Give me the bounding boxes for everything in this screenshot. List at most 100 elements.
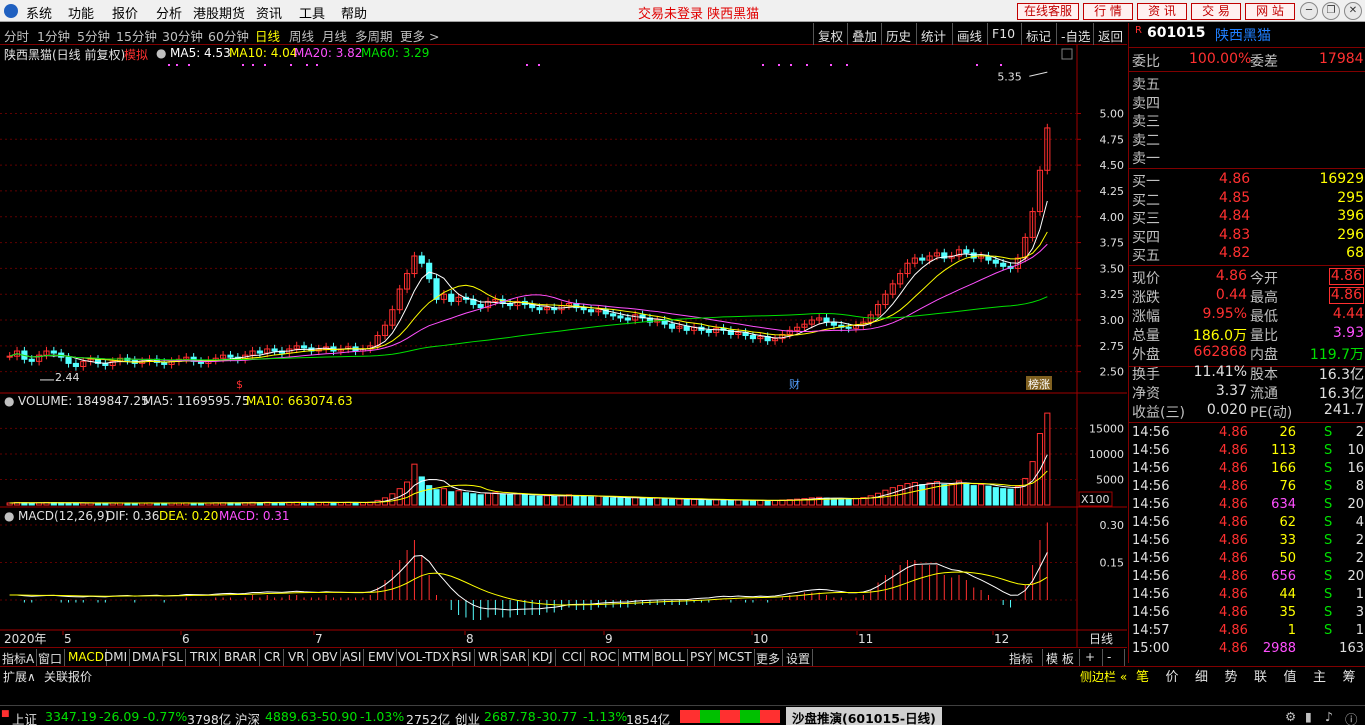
mark-button[interactable]: 标记	[1021, 23, 1055, 45]
back-button[interactable]: 返回	[1093, 23, 1127, 45]
settings-icon[interactable]: ⚙	[1285, 709, 1296, 724]
candle	[300, 345, 308, 349]
sandbox-tab[interactable]: 沙盘推演(601015-日线)	[786, 707, 942, 725]
menu-hk-futures[interactable]: 港股期货	[193, 3, 245, 22]
indicator-tab-3[interactable]: DMI	[102, 649, 131, 666]
indicator-tab-24[interactable]: 更多	[754, 649, 784, 666]
indicator-tab-17[interactable]: KDJ	[530, 649, 556, 666]
website-button[interactable]: 网 站	[1245, 3, 1295, 20]
period-tab-30min[interactable]: 30分钟	[162, 26, 203, 45]
indicator-tab-1[interactable]: 窗口	[36, 649, 66, 666]
indicator-tab-15[interactable]: WR	[476, 649, 502, 666]
chevron-down-icon[interactable]: ●	[156, 46, 166, 60]
indicator-tab-5[interactable]: FSL	[160, 649, 186, 666]
buy-level-1[interactable]: 买一 4.86 16929	[1129, 171, 1365, 190]
menu-analysis[interactable]: 分析	[156, 3, 182, 22]
indicator-tab-18[interactable]: CCI	[560, 649, 586, 666]
menu-help[interactable]: 帮助	[341, 3, 367, 22]
indicator-tab-14[interactable]: RSI	[450, 649, 475, 666]
macd-toggle-icon[interactable]: ●	[4, 509, 14, 523]
buy-level-4[interactable]: 买四 4.83 296	[1129, 227, 1365, 246]
indicator-tab-10[interactable]: OBV	[310, 649, 341, 666]
history-button[interactable]: 历史	[881, 23, 915, 45]
trade-button[interactable]: 交 易	[1191, 3, 1241, 20]
draw-line-button[interactable]: 画线	[952, 23, 986, 45]
menu-system[interactable]: 系统	[26, 3, 52, 22]
indicator-tab-4[interactable]: DMA	[130, 649, 163, 666]
indicator-right-2[interactable]: +	[1083, 649, 1103, 666]
period-tab-15min[interactable]: 15分钟	[116, 26, 157, 45]
volume-bar	[484, 492, 492, 506]
info-icon[interactable]: ⓘ	[1345, 709, 1358, 725]
indicator-tab-16[interactable]: SAR	[500, 649, 530, 666]
sell-level-3[interactable]: 卖三	[1129, 111, 1365, 130]
restore-icon[interactable]: ❐	[1322, 2, 1340, 20]
indicator-tab-6[interactable]: TRIX	[188, 649, 221, 666]
indicator-tab-23[interactable]: MCST	[716, 649, 755, 666]
tick-time: 14:56	[1132, 533, 1170, 548]
indicator-tab-2[interactable]: MACD	[66, 649, 107, 666]
cy-label[interactable]: 创业	[455, 709, 480, 725]
indicator-right-1[interactable]: 模 板	[1044, 649, 1080, 666]
volume-bar	[624, 497, 631, 506]
indicator-tab-19[interactable]: ROC	[588, 649, 620, 666]
buy-level-2[interactable]: 买二 4.85 295	[1129, 190, 1365, 209]
period-tab-60min[interactable]: 60分钟	[208, 26, 249, 45]
minimize-icon[interactable]: ─	[1300, 2, 1318, 20]
sell-level-5[interactable]: 卖五	[1129, 74, 1365, 93]
candle	[65, 356, 72, 364]
indicator-tab-20[interactable]: MTM	[620, 649, 654, 666]
menu-tools[interactable]: 工具	[299, 3, 325, 22]
volume-bar	[749, 500, 757, 506]
online-service-button[interactable]: 在线客服	[1017, 3, 1079, 20]
sell-level-2[interactable]: 卖二	[1129, 130, 1365, 149]
period-tab-multi[interactable]: 多周期	[355, 26, 393, 45]
watchlist-button[interactable]: -自选	[1056, 23, 1095, 45]
indicator-right-3[interactable]: -	[1105, 649, 1125, 666]
buy-level-3[interactable]: 买三 4.84 396	[1129, 208, 1365, 227]
sim-mode[interactable]: 模拟	[124, 46, 148, 63]
indicator-tab-25[interactable]: 设置	[784, 649, 814, 666]
candle	[985, 255, 992, 261]
period-tab-fenshi[interactable]: 分时	[4, 26, 29, 45]
period-tab-daily[interactable]: 日线	[255, 26, 280, 45]
indicator-tab-21[interactable]: BOLL	[652, 649, 688, 666]
period-tab-5min[interactable]: 5分钟	[77, 26, 110, 45]
indicator-tab-8[interactable]: CR	[262, 649, 284, 666]
period-tab-weekly[interactable]: 周线	[289, 26, 314, 45]
period-tab-monthly[interactable]: 月线	[322, 26, 347, 45]
stats-button[interactable]: 统计	[916, 23, 950, 45]
menu-news[interactable]: 资讯	[256, 3, 282, 22]
stat-label: 股本	[1250, 367, 1278, 383]
market-button[interactable]: 行 情	[1083, 3, 1133, 20]
indicator-tab-22[interactable]: PSY	[688, 649, 716, 666]
indicator-tab-9[interactable]: VR	[286, 649, 308, 666]
vol-toggle-icon[interactable]: ●	[4, 394, 14, 408]
period-tab-1min[interactable]: 1分钟	[37, 26, 70, 45]
indicator-right-0[interactable]: 指标B	[1007, 649, 1043, 681]
period-tab-more[interactable]: 更多 >	[400, 26, 439, 45]
adjust-button[interactable]: 复权	[813, 23, 847, 45]
indicator-tab-7[interactable]: BRAR	[222, 649, 260, 666]
volume-bar	[492, 492, 499, 506]
market-breadth-bar	[680, 710, 780, 723]
sh-label[interactable]: 上证	[12, 709, 37, 725]
buy-level-5[interactable]: 买五 4.82 68	[1129, 245, 1365, 264]
news-button[interactable]: 资 讯	[1137, 3, 1187, 20]
close-icon[interactable]: ✕	[1344, 2, 1362, 20]
indicator-tab-11[interactable]: ASI	[340, 649, 365, 666]
indicator-tab-13[interactable]: VOL-TDX	[396, 649, 453, 666]
sell-level-4[interactable]: 卖四	[1129, 93, 1365, 112]
kline-chart[interactable]: 5.00 4.75 4.50 4.25 4.00 3.75 3.50 3.25 3.00 2.75…	[0, 45, 1127, 647]
menu-quote[interactable]: 报价	[112, 3, 138, 22]
menu-function[interactable]: 功能	[68, 3, 94, 22]
f10-button[interactable]: F10	[987, 23, 1019, 45]
sz-label[interactable]: 沪深	[235, 709, 260, 725]
sound-icon[interactable]: ♪	[1325, 709, 1333, 724]
indicator-tab-12[interactable]: EMV	[366, 649, 398, 666]
overlay-button[interactable]: 叠加	[847, 23, 881, 45]
volume-bar	[558, 494, 565, 506]
sell-level-1[interactable]: 卖一	[1129, 148, 1365, 167]
tick-count: 163	[1339, 641, 1364, 656]
indicator-tab-0[interactable]: 指标A	[0, 649, 38, 666]
